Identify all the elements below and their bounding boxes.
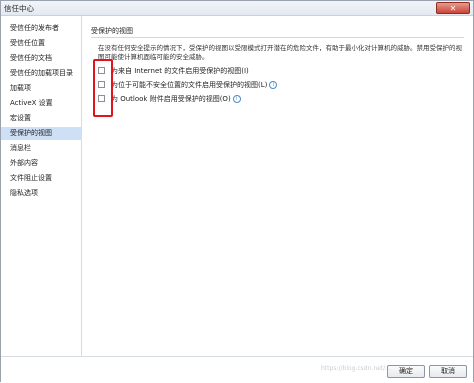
sidebar: 受信任的发布者 受信任位置 受信任的文档 受信任的加载项目录 加载项 Activ…: [1, 16, 82, 356]
watermark: https://blog.csdn.net/...: [321, 365, 391, 372]
main-panel: 受保护的视图 在没有任何安全提示的情况下，受保护的视图以受限模式打开潜在的危险文…: [82, 16, 473, 356]
section-title: 受保护的视图: [91, 27, 133, 35]
sidebar-item-trusted-publishers[interactable]: 受信任的发布者: [1, 22, 81, 35]
cancel-button[interactable]: 取消: [429, 365, 467, 378]
description-text: 在没有任何安全提示的情况下，受保护的视图以受限模式打开潜在的危险文件，有助于最小…: [98, 44, 462, 61]
internet-option-label: 为来自 Internet 的文件启用受保护的视图(I): [111, 67, 249, 75]
sidebar-item-file-block[interactable]: 文件阻止设置: [1, 172, 81, 185]
dialog-footer: 确定 取消: [1, 356, 473, 383]
sidebar-item-addins[interactable]: 加载项: [1, 82, 81, 95]
section-divider: [91, 37, 464, 38]
unsafe-locations-option-label: 为位于可能不安全位置的文件启用受保护的视图(L) i: [111, 80, 278, 90]
title-bar: 信任中心 ✕: [1, 1, 473, 16]
sidebar-item-message-bar[interactable]: 消息栏: [1, 142, 81, 155]
close-button[interactable]: ✕: [436, 2, 470, 14]
close-icon: ✕: [449, 4, 457, 13]
ok-button[interactable]: 确定: [387, 365, 425, 378]
sidebar-item-protected-view[interactable]: 受保护的视图: [1, 127, 81, 140]
red-highlight-box: [93, 59, 113, 117]
window-title: 信任中心: [4, 4, 34, 13]
trust-center-dialog: 信任中心 ✕ 受信任的发布者 受信任位置 受信任的文档 受信任的加载项目录 加载…: [0, 0, 474, 383]
sidebar-item-external-content[interactable]: 外部内容: [1, 157, 81, 170]
sidebar-item-trusted-addin-catalogs[interactable]: 受信任的加载项目录: [1, 67, 81, 80]
outlook-option-label: 为 Outlook 附件启用受保护的视图(O) i: [111, 94, 241, 104]
sidebar-item-trusted-locations[interactable]: 受信任位置: [1, 37, 81, 50]
sidebar-item-trusted-documents[interactable]: 受信任的文档: [1, 52, 81, 65]
sidebar-item-macro-settings[interactable]: 宏设置: [1, 112, 81, 125]
info-icon[interactable]: i: [269, 81, 278, 89]
sidebar-item-activex[interactable]: ActiveX 设置: [1, 97, 81, 110]
info-icon[interactable]: i: [232, 95, 241, 103]
sidebar-item-privacy[interactable]: 隐私选项: [1, 187, 81, 200]
